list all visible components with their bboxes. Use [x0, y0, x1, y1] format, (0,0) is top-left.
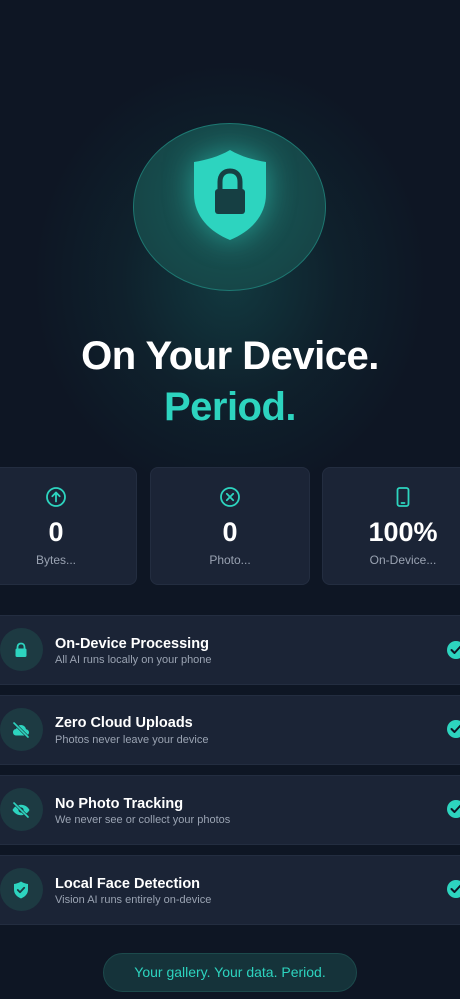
lock-icon — [15, 642, 27, 657]
check-icon — [447, 880, 460, 898]
feature-subtitle: Vision AI runs entirely on-device — [55, 894, 212, 906]
smartphone-icon — [396, 487, 410, 507]
check-icon — [447, 800, 460, 818]
shield-check-icon — [14, 881, 28, 899]
arrow-up-circle-icon — [46, 487, 66, 507]
stat-label-on-device: On-Device... — [369, 553, 437, 567]
feature-subtitle: We never see or collect your photos — [55, 814, 231, 826]
stat-value-bytes: 0 — [48, 517, 64, 547]
stat-label-bytes: Bytes... — [35, 553, 76, 567]
cloud-off-icon — [12, 721, 30, 739]
check-icon — [447, 720, 460, 738]
shield-lock-icon — [194, 150, 266, 240]
eye-off-icon — [12, 801, 30, 819]
feature-title: Local Face Detection — [55, 876, 201, 892]
feature-icon-badge — [0, 628, 43, 671]
feature-subtitle: All AI runs locally on your phone — [55, 654, 212, 666]
x-circle-icon — [220, 487, 240, 507]
check-icon — [447, 641, 460, 659]
hero-title-accent: Period. — [163, 385, 297, 429]
feature-icon-badge — [0, 708, 43, 751]
feature-title: On-Device Processing — [55, 636, 209, 652]
stat-label-photos: Photo... — [209, 553, 251, 567]
hero-title: On Your Device. — [81, 334, 379, 378]
stat-value-on-device: 100% — [368, 517, 438, 547]
feature-icon-badge — [0, 788, 43, 831]
feature-icon-badge — [0, 868, 43, 911]
stat-value-photos: 0 — [222, 517, 238, 547]
feature-title: No Photo Tracking — [55, 796, 184, 812]
feature-subtitle: Photos never leave your device — [55, 734, 209, 746]
feature-title: Zero Cloud Uploads — [55, 715, 193, 731]
footer-tagline: Your gallery. Your data. Period. — [103, 953, 357, 992]
